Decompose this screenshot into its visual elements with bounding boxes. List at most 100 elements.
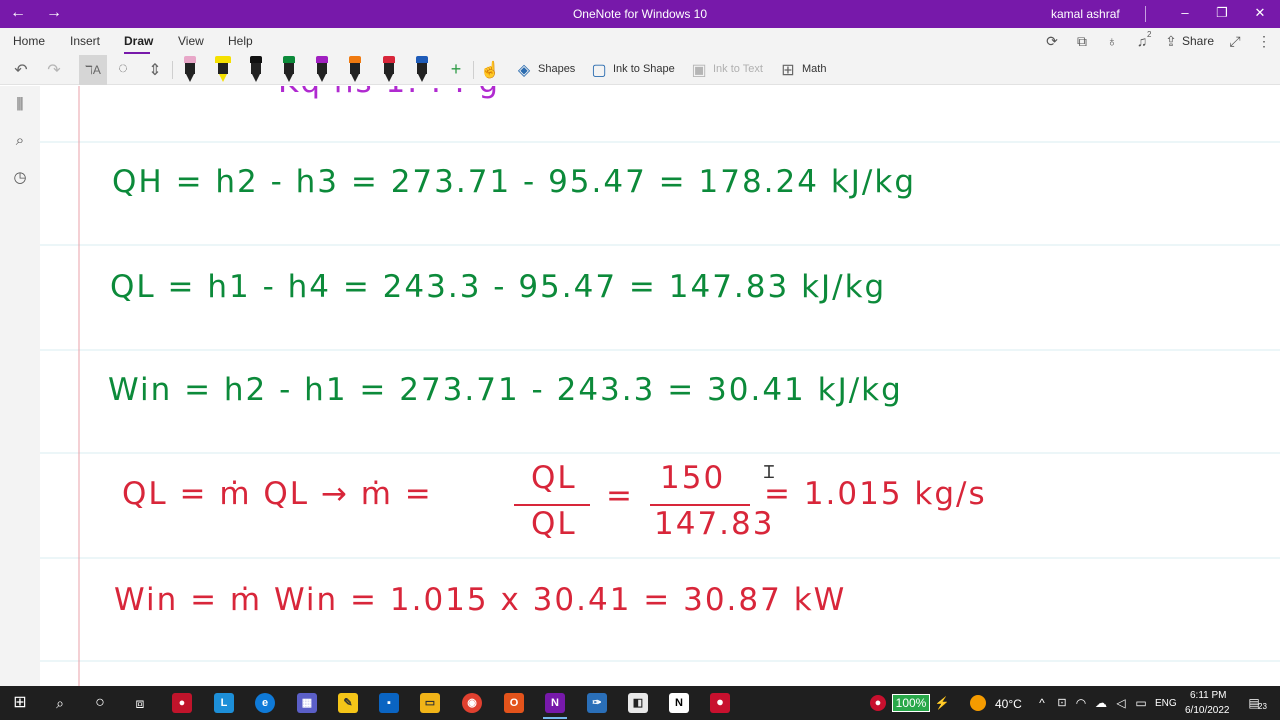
language-indicator[interactable]: ENG bbox=[1155, 698, 1177, 709]
pen-body bbox=[384, 63, 394, 74]
app-icon-blue[interactable]: ▪ bbox=[379, 693, 399, 713]
note-line-mdot-left: QL = ṁ QL → ṁ = bbox=[122, 476, 433, 512]
office-icon[interactable]: O bbox=[504, 693, 524, 713]
notebooks-icon[interactable]: ⫼ bbox=[10, 96, 30, 113]
pen-pink[interactable] bbox=[183, 56, 197, 82]
pen-red[interactable] bbox=[382, 56, 396, 82]
maximize-button[interactable]: ❐ bbox=[1212, 5, 1232, 21]
windows-start-icon[interactable]: ⊞ bbox=[10, 693, 30, 713]
clock-time[interactable]: 6:11 PM bbox=[1190, 690, 1227, 701]
battery-icon[interactable]: ▭ bbox=[1131, 693, 1151, 713]
tab-insert[interactable]: Insert bbox=[70, 34, 100, 48]
pen-cap bbox=[416, 56, 428, 63]
pen-body bbox=[185, 63, 195, 74]
onenote-taskbar-icon[interactable]: N bbox=[545, 693, 565, 713]
pen-orange[interactable] bbox=[348, 56, 362, 82]
app-icon-red[interactable]: ● bbox=[172, 693, 192, 713]
ink-to-text-icon[interactable]: ▣ bbox=[689, 60, 709, 80]
pen-tip bbox=[385, 74, 393, 82]
share-icon[interactable]: ⇪ bbox=[1162, 33, 1180, 50]
sync-icon[interactable]: ⟳ bbox=[1043, 33, 1061, 50]
pages-icon[interactable]: ⧉ bbox=[1073, 33, 1091, 50]
edge-browser-icon[interactable]: e bbox=[255, 693, 275, 713]
weather-sun-icon[interactable] bbox=[970, 695, 986, 711]
type-select-icon[interactable]: ℸA bbox=[83, 63, 103, 77]
pen-body bbox=[417, 63, 427, 74]
search-icon[interactable]: ⌕ bbox=[10, 132, 30, 149]
pen-cap bbox=[215, 56, 231, 63]
highlighter-yellow[interactable] bbox=[215, 56, 231, 82]
pen-cap bbox=[349, 56, 361, 63]
close-button[interactable]: ✕ bbox=[1250, 5, 1270, 21]
ink-replay-icon[interactable]: ☝ bbox=[480, 60, 500, 80]
math-button[interactable]: Math bbox=[802, 63, 826, 75]
chrome-icon[interactable]: ◉ bbox=[462, 693, 482, 713]
note-canvas[interactable]: Kq hs 1. . . g QH = h2 - h3 = 273.71 - 9… bbox=[40, 86, 1280, 686]
pen-purple[interactable] bbox=[315, 56, 329, 82]
store-icon[interactable]: ▦ bbox=[297, 693, 317, 713]
cortana-icon[interactable]: ○ bbox=[90, 693, 110, 713]
tab-help[interactable]: Help bbox=[228, 34, 253, 48]
minimize-button[interactable]: – bbox=[1175, 5, 1195, 20]
ink-to-shape-button[interactable]: Ink to Shape bbox=[613, 63, 675, 75]
chevron-up-icon[interactable]: ^ bbox=[1032, 693, 1052, 713]
cloud-icon[interactable]: ☁ bbox=[1091, 693, 1111, 713]
pen-green[interactable] bbox=[282, 56, 296, 82]
ink-to-shape-icon[interactable]: ▢ bbox=[589, 60, 609, 80]
file-explorer-icon[interactable]: ▭ bbox=[420, 693, 440, 713]
note-line-qh: QH = h2 - h3 = 273.71 - 95.47 = 178.24 k… bbox=[112, 164, 916, 200]
task-view-icon[interactable]: ⧈ bbox=[130, 693, 150, 713]
pen-blue[interactable] bbox=[415, 56, 429, 82]
math-icon[interactable]: ⊞ bbox=[778, 60, 798, 80]
recent-clock-icon[interactable]: ◷ bbox=[10, 168, 30, 186]
tab-home[interactable]: Home bbox=[13, 34, 45, 48]
title-bar: ← → OneNote for Windows 10 kamal ashraf … bbox=[0, 0, 1280, 28]
shapes-icon[interactable]: ◈ bbox=[514, 60, 534, 80]
ink-to-text-button[interactable]: Ink to Text bbox=[713, 63, 763, 75]
camera-icon[interactable]: ⊡ bbox=[1052, 693, 1072, 713]
power-plug-icon[interactable]: ⚡ bbox=[932, 693, 952, 713]
notion-icon[interactable]: N bbox=[669, 693, 689, 713]
user-name[interactable]: kamal ashraf bbox=[1051, 7, 1120, 21]
equals-sign: = bbox=[606, 478, 634, 514]
add-pen-icon[interactable]: + bbox=[446, 59, 466, 80]
more-options-icon[interactable]: ⋮ bbox=[1255, 33, 1273, 50]
tab-draw[interactable]: Draw bbox=[124, 34, 153, 48]
expand-icon[interactable]: ⤢ bbox=[1226, 33, 1244, 50]
tray-app-icon[interactable]: ● bbox=[870, 695, 886, 711]
pen-body bbox=[251, 63, 261, 74]
title-separator bbox=[1145, 6, 1146, 22]
share-button[interactable]: Share bbox=[1182, 34, 1214, 48]
search-icon[interactable]: ⌕ bbox=[50, 693, 70, 713]
pen-tip bbox=[351, 74, 359, 82]
sticky-notes-icon[interactable]: ✎ bbox=[338, 693, 358, 713]
lasso-select-icon[interactable]: ◌ bbox=[113, 60, 133, 78]
note-line-win: Win = h2 - h1 = 273.71 - 243.3 = 30.41 k… bbox=[108, 372, 903, 408]
toolbar-separator bbox=[172, 61, 173, 79]
temperature[interactable]: 40°C bbox=[995, 697, 1022, 711]
tab-view[interactable]: View bbox=[178, 34, 204, 48]
onenote-window: ← → OneNote for Windows 10 kamal ashraf … bbox=[0, 0, 1280, 720]
battery-indicator[interactable]: 100% bbox=[892, 694, 930, 712]
pen-tip bbox=[318, 74, 326, 82]
app-icon-pen[interactable]: ✑ bbox=[587, 693, 607, 713]
clock-date[interactable]: 6/10/2022 bbox=[1185, 705, 1230, 716]
draw-toolbar: ↶ ↷ ℸA ◌ ⇕ + ☝ ◈ Shapes ▢ Ink to Shape ▣… bbox=[0, 55, 1280, 85]
active-app-indicator bbox=[543, 717, 567, 719]
app-icon-l[interactable]: L bbox=[214, 693, 234, 713]
add-space-icon[interactable]: ⇕ bbox=[145, 60, 165, 80]
windows-taskbar: ⊞ ⌕ ○ ⧈ ● L e ▦ ✎ ▪ ▭ ◉ O N ✑ ◧ N ⏺ ● 10… bbox=[0, 686, 1280, 720]
undo-icon[interactable]: ↶ bbox=[11, 60, 31, 80]
pen-tip bbox=[285, 74, 293, 82]
shapes-button[interactable]: Shapes bbox=[538, 63, 575, 75]
app-icon-dark[interactable]: ◧ bbox=[628, 693, 648, 713]
pen-black[interactable] bbox=[249, 56, 263, 82]
redo-icon[interactable]: ↷ bbox=[44, 60, 64, 80]
pen-tip bbox=[252, 74, 260, 82]
active-tab-indicator bbox=[124, 52, 150, 54]
volume-icon[interactable]: ◁ bbox=[1111, 693, 1131, 713]
wifi-icon[interactable]: ◠ bbox=[1071, 693, 1091, 713]
screen-recorder-icon[interactable]: ⏺ bbox=[710, 693, 730, 713]
toolbar-separator bbox=[473, 61, 474, 79]
lightbulb-icon[interactable]: ♁ bbox=[1103, 33, 1121, 49]
